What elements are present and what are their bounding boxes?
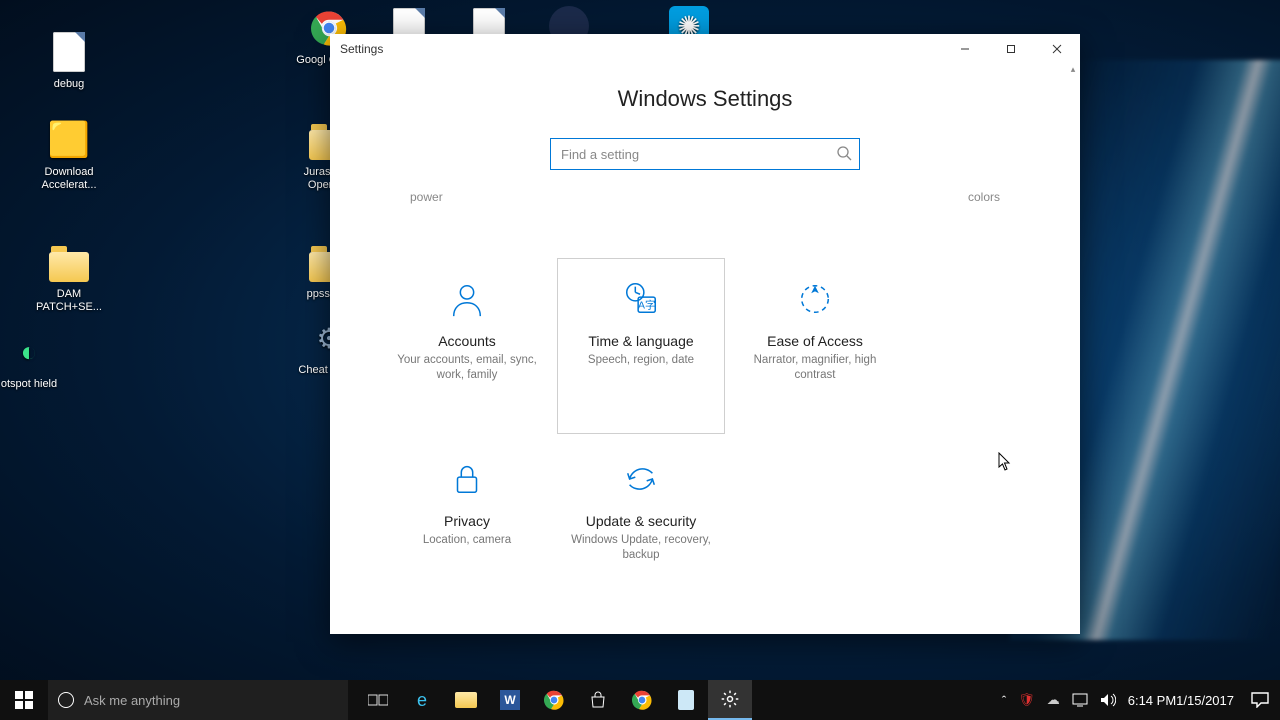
lock-icon [447,459,487,499]
tile-ease-of-access[interactable]: Ease of Access Narrator, magnifier, high… [731,258,899,434]
desktop-icon-dam-patch[interactable]: DAM PATCH+SE... [30,240,108,314]
taskbar-app-chrome2[interactable] [620,680,664,720]
start-button[interactable] [0,680,48,720]
search-icon [836,145,852,166]
task-view-button[interactable] [356,680,400,720]
hint-right: colors [968,190,1000,204]
search-input[interactable] [550,138,860,170]
tile-title: Privacy [444,513,490,529]
folder-icon [49,252,89,282]
taskbar-clock[interactable]: 6:14 PM 1/15/2017 [1122,680,1240,720]
clock-date: 1/15/2017 [1176,694,1234,707]
taskbar-app-explorer[interactable] [444,680,488,720]
taskbar: Ask me anything e W [0,680,1280,720]
taskbar-app-notepad[interactable] [664,680,708,720]
action-center-button[interactable] [1240,680,1280,720]
taskbar-app-edge[interactable]: e [400,680,444,720]
taskbar-apps: e W [356,680,752,720]
sync-icon [621,459,661,499]
maximize-button[interactable] [988,34,1034,64]
tile-desc: Windows Update, recovery, backup [568,533,714,563]
hint-left: power [410,190,443,204]
cortana-icon [58,692,74,708]
tile-desc: Location, camera [423,533,511,548]
scrollbar[interactable]: ▴ [1066,64,1080,634]
desktop-icon-label: Download Accelerat... [30,166,108,192]
scroll-up-icon[interactable]: ▴ [1066,64,1080,80]
taskbar-app-word[interactable]: W [488,680,532,720]
tile-title: Update & security [586,513,697,529]
tile-privacy[interactable]: Privacy Location, camera [383,438,551,614]
tile-desc: Narrator, magnifier, high contrast [742,353,888,383]
cortana-search[interactable]: Ask me anything [48,680,348,720]
taskbar-app-settings[interactable] [708,680,752,720]
settings-content: Windows Settings power colors Acco [330,64,1080,634]
desktop-icon-hotspot-shield[interactable]: ◐ otspot hield [0,330,64,391]
close-button[interactable] [1034,34,1080,64]
system-tray: ˆ 🛡 ☁ 6:14 PM 1/15/2017 [996,680,1280,720]
settings-window: Settings Windows Settings power colors [330,34,1080,634]
window-title: Settings [340,42,383,56]
taskbar-app-store[interactable] [576,680,620,720]
svg-text:A字: A字 [638,299,655,312]
folder-icon [455,692,477,708]
app-icon: ◐ [7,330,51,374]
cortana-placeholder: Ask me anything [84,693,180,708]
tray-icon-onedrive[interactable]: ☁ [1041,680,1066,720]
file-icon [53,32,85,72]
tray-icon-network[interactable] [1066,680,1094,720]
ease-of-access-icon [795,279,835,319]
desktop-icon-debug[interactable]: debug [30,30,108,91]
tile-desc: Your accounts, email, sync, work, family [394,353,540,383]
tile-desc: Speech, region, date [588,353,694,368]
tray-icon-security[interactable]: 🛡 [1012,680,1041,720]
note-icon [678,690,694,710]
tile-title: Time & language [588,333,693,349]
page-title: Windows Settings [350,86,1060,112]
tray-overflow-button[interactable]: ˆ [996,680,1012,720]
tiles-scroll-area[interactable]: Accounts Your accounts, email, sync, wor… [350,256,1072,624]
tile-time-language[interactable]: A字 Time & language Speech, region, date [557,258,725,434]
settings-tiles: Accounts Your accounts, email, sync, wor… [350,256,1072,616]
time-language-icon: A字 [621,279,661,319]
tile-accounts[interactable]: Accounts Your accounts, email, sync, wor… [383,258,551,434]
clock-time: 6:14 PM [1128,694,1176,707]
taskbar-app-chrome[interactable] [532,680,576,720]
desktop-icon-download-accelerator[interactable]: 🟨 Download Accelerat... [30,118,108,192]
desktop: debug 🟨 Download Accelerat... DAM PATCH+… [0,0,1280,720]
minimize-button[interactable] [942,34,988,64]
tile-title: Accounts [438,333,496,349]
person-icon [447,279,487,319]
tile-title: Ease of Access [767,333,863,349]
desktop-icon-label: otspot hield [0,378,64,391]
desktop-icon-label: DAM PATCH+SE... [30,288,108,314]
app-icon: 🟨 [47,118,91,162]
desktop-icon-label: debug [30,78,108,91]
tile-update-security[interactable]: Update & security Windows Update, recove… [557,438,725,614]
titlebar[interactable]: Settings [330,34,1080,64]
result-hints: power colors [350,170,1060,204]
search-wrap [550,138,860,170]
tray-icon-volume[interactable] [1094,680,1122,720]
